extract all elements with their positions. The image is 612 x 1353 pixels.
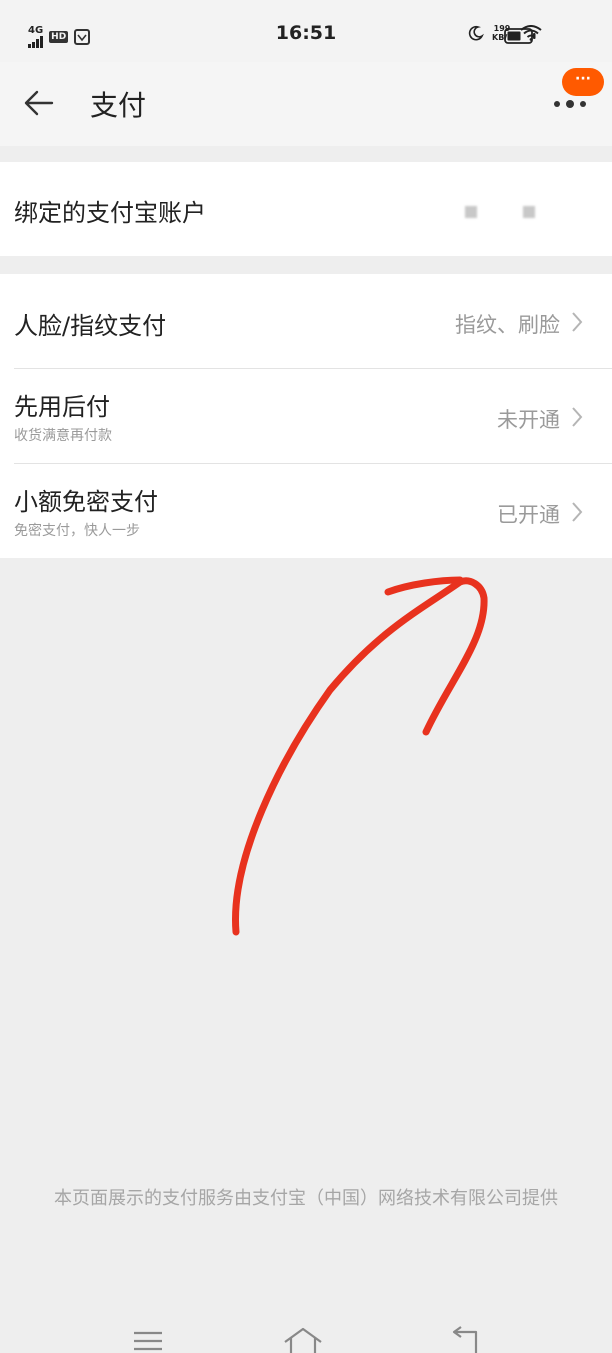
chevron-right-icon [572, 407, 583, 427]
message-badge[interactable]: ··· [562, 68, 604, 96]
moon-icon [468, 25, 484, 41]
settings-row-title: 先用后付 [14, 393, 110, 421]
settings-row-title: 人脸/指纹支付 [14, 312, 167, 340]
account-card[interactable]: 绑定的支付宝账户 [0, 162, 612, 256]
home-icon[interactable] [282, 1326, 324, 1353]
masked-account [465, 206, 477, 218]
settings-row-subtitle: 收货满意再付款 [14, 428, 112, 444]
back-icon[interactable] [448, 1326, 482, 1353]
account-label: 绑定的支付宝账户 [14, 199, 206, 227]
page-title: 支付 [90, 89, 147, 122]
chevron-right-icon [572, 312, 583, 332]
payment-settings-card: 人脸/指纹支付 指纹、刷脸 先用后付 收货满意再付款 未开通 小额免密支付 免密… [0, 274, 612, 558]
footer-note: 本页面展示的支付服务由支付宝（中国）网络技术有限公司提供 [54, 1188, 558, 1209]
settings-row-value: 已开通 [497, 503, 560, 527]
settings-row-pay-later[interactable]: 先用后付 收货满意再付款 未开通 [0, 369, 612, 463]
status-bar: 4G HD 16:51 199 KB/s [0, 0, 612, 62]
system-nav-bar [0, 1310, 612, 1353]
settings-row-value: 指纹、刷脸 [455, 313, 560, 337]
app-header: 支付 [0, 62, 612, 146]
settings-row-value: 未开通 [497, 408, 560, 432]
battery-icon [504, 28, 536, 44]
settings-row-title: 小额免密支付 [14, 488, 158, 516]
chevron-right-icon [572, 502, 583, 522]
settings-row-subtitle: 免密支付，快人一步 [14, 523, 140, 539]
settings-row-face-fingerprint[interactable]: 人脸/指纹支付 指纹、刷脸 [0, 274, 612, 368]
more-icon[interactable] [552, 97, 588, 111]
masked-account-2 [523, 206, 535, 218]
settings-row-password-free[interactable]: 小额免密支付 免密支付，快人一步 已开通 [0, 464, 612, 558]
back-arrow-icon[interactable] [22, 86, 56, 120]
menu-icon[interactable] [132, 1330, 164, 1352]
